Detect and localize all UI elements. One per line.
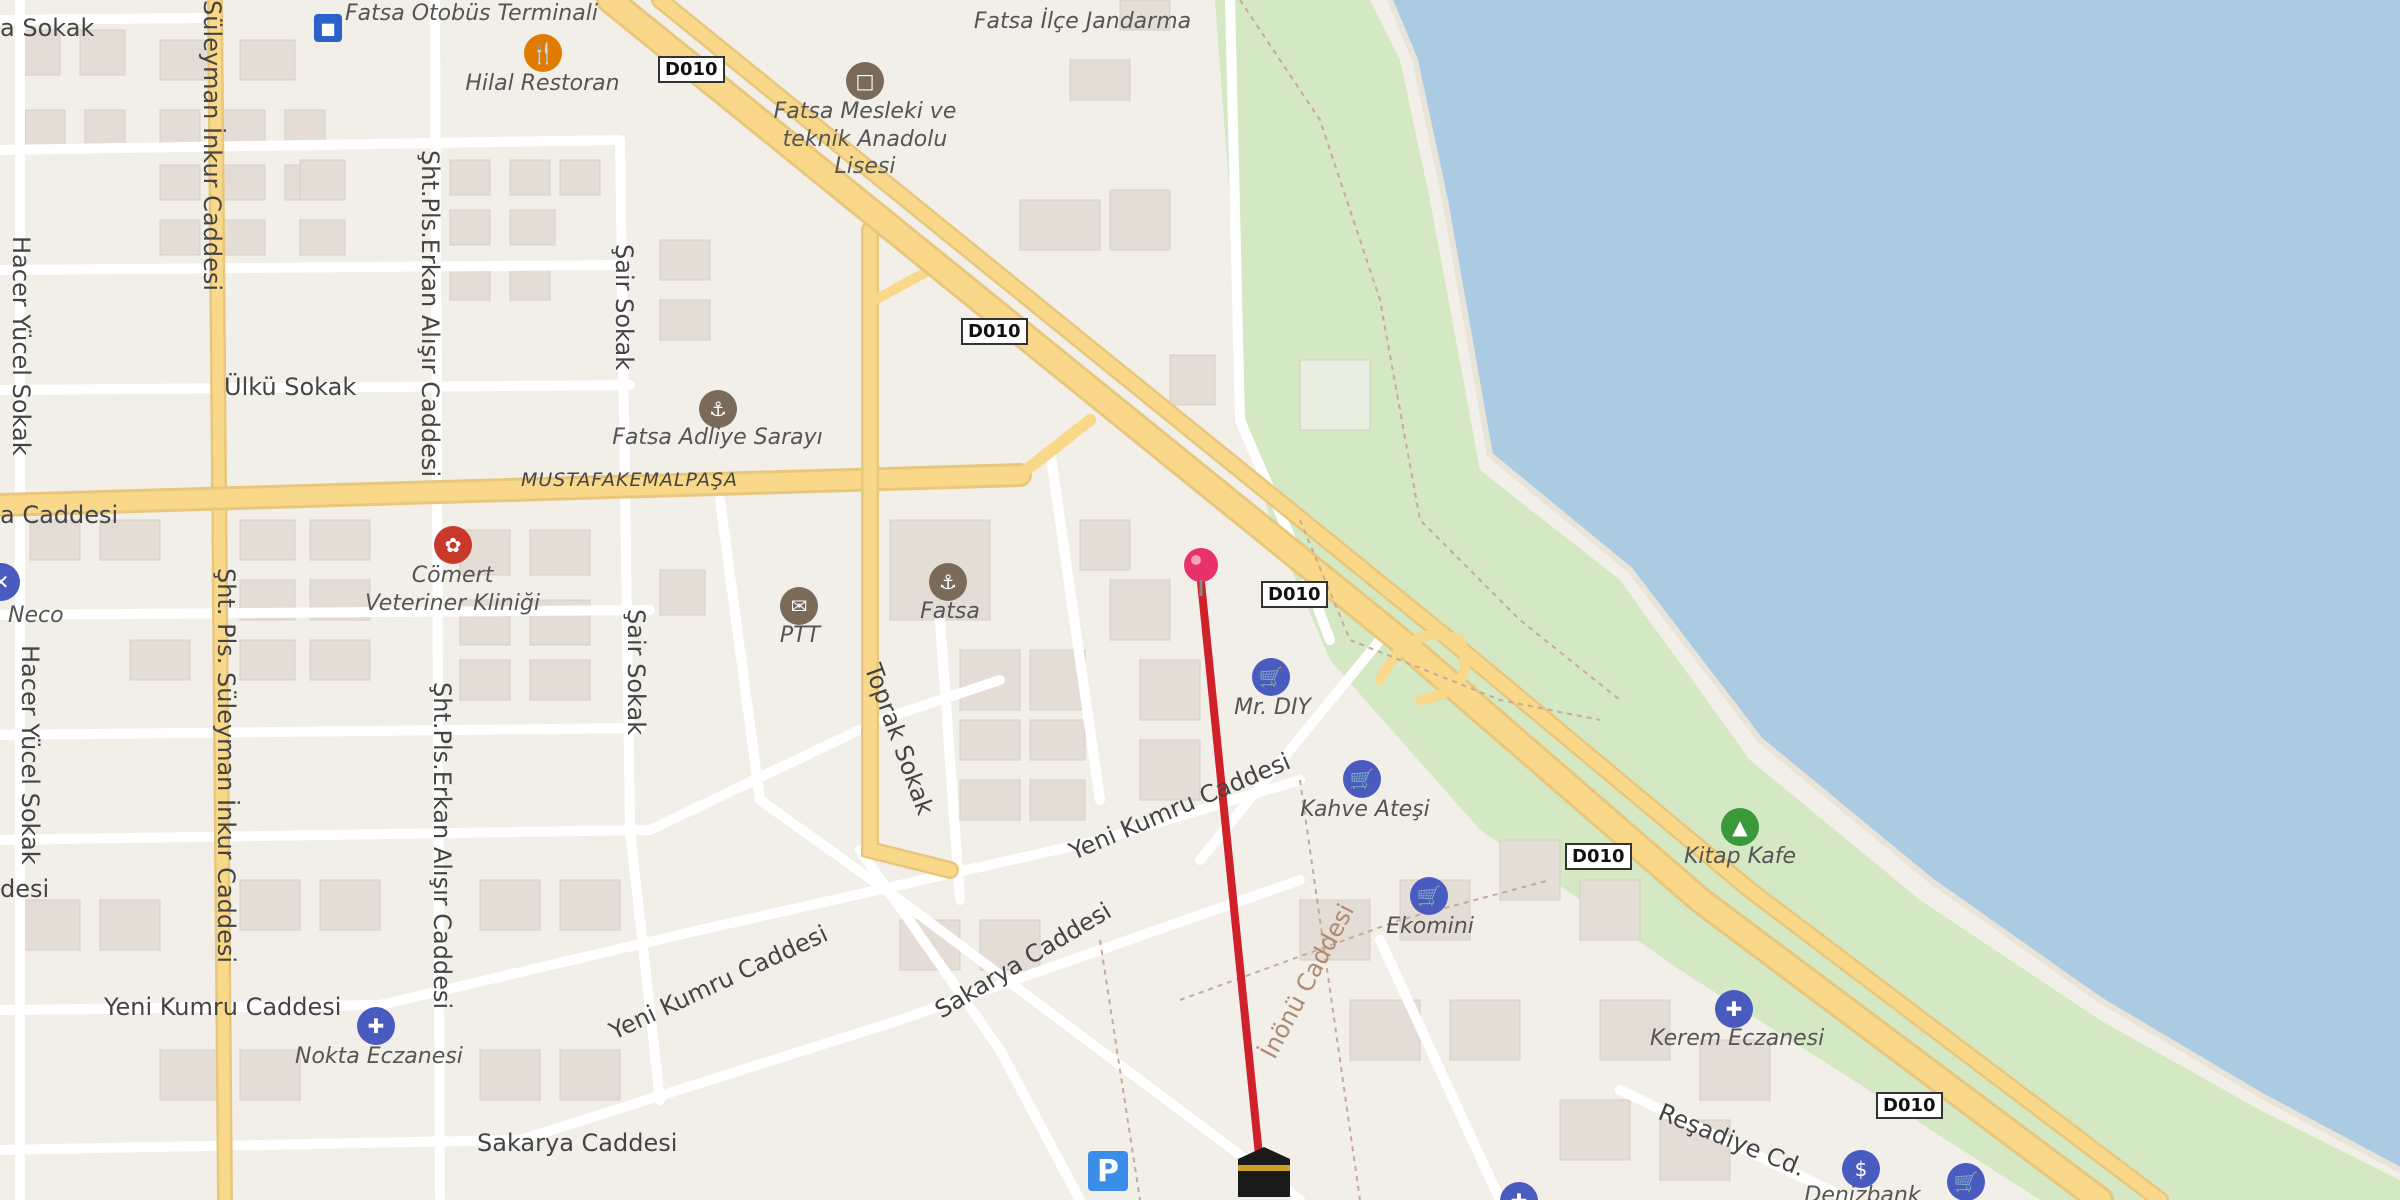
bus-stop-icon[interactable]: ■	[314, 14, 342, 42]
poi-label: Kahve Ateşi	[1300, 797, 1430, 822]
street-label: Şht. Pls. Süleyman İnkur Caddesi	[212, 568, 240, 964]
street-label: Ülkü Sokak	[224, 373, 357, 401]
road-shield-d010: D010	[961, 318, 1028, 345]
street-label: desi	[0, 875, 50, 903]
parking-icon[interactable]: P	[1088, 1151, 1128, 1191]
street-label: a Caddesi	[0, 501, 119, 529]
poi-label: Fatsa Mesleki ve teknik Anadolu Lisesi	[773, 99, 957, 179]
street-label: a Sokak	[0, 14, 95, 42]
location-pin-icon[interactable]	[1180, 546, 1222, 596]
poi-label: Neco	[8, 603, 64, 628]
street-label: MUSTAFAKEMALPAŞA	[521, 469, 739, 491]
poi-label: Ekomini	[1386, 914, 1474, 939]
poi-label: Cömert Veteriner Kliniği	[365, 563, 540, 616]
post-office-icon[interactable]: ✉	[780, 587, 818, 625]
street-label: Hacer Yücel Sokak	[7, 236, 35, 456]
poi-label: Fatsa İlçe Jandarma	[973, 9, 1192, 34]
town-hall-icon[interactable]: ⚓	[929, 563, 967, 601]
street-label: Şair Sokak	[610, 244, 638, 371]
road-shield-d010: D010	[1261, 581, 1328, 608]
street-label: Şht.Pls.Erkan Alışır Caddesi	[416, 150, 444, 478]
pharmacy-icon[interactable]: ✚	[1715, 990, 1753, 1028]
shopping-basket-icon[interactable]: 🛒	[1252, 658, 1290, 696]
poi-label: Kitap Kafe	[1683, 844, 1796, 869]
poi-label: Fatsa Otobüs Terminali	[345, 1, 598, 26]
poi-label: Fatsa Adliye Sarayı	[612, 425, 823, 450]
street-label: Yeni Kumru Caddesi	[104, 993, 342, 1021]
poi-label: PTT	[779, 623, 821, 648]
kaaba-icon[interactable]	[1236, 1145, 1292, 1200]
street-label: Süleyman İnkur Caddesi	[198, 0, 226, 292]
road-shield-d010: D010	[658, 56, 725, 83]
road-shield-d010: D010	[1876, 1092, 1943, 1119]
street-label: Sakarya Caddesi	[477, 1129, 678, 1157]
road-shield-d010: D010	[1565, 843, 1632, 870]
veterinary-icon[interactable]: ✿	[434, 526, 472, 564]
poi-label: Hilal Restoran	[465, 71, 620, 96]
shopping-basket-icon[interactable]: 🛒	[1410, 877, 1448, 915]
shopping-cart-icon[interactable]: 🛒	[1947, 1163, 1985, 1200]
poi-label: Mr. DIY	[1234, 695, 1311, 720]
street-label: Şair Sokak	[622, 609, 650, 736]
shopping-basket-icon[interactable]: 🛒	[1343, 760, 1381, 798]
pharmacy-icon[interactable]: ✚	[357, 1007, 395, 1045]
poi-label: Denizbank	[1804, 1183, 1921, 1200]
street-label: Şht.Pls.Erkan Alışır Caddesi	[428, 682, 456, 1010]
restaurant-icon[interactable]: 🍴	[524, 34, 562, 72]
courthouse-icon[interactable]: ⚓	[699, 390, 737, 428]
poi-label: Kerem Eczanesi	[1650, 1026, 1825, 1051]
poi-label: Nokta Eczanesi	[295, 1044, 463, 1069]
school-icon[interactable]: □	[846, 62, 884, 100]
street-label: Hacer Yücel Sokak	[16, 645, 44, 865]
tree-icon[interactable]: ▲	[1721, 808, 1759, 846]
poi-label: Fatsa	[920, 599, 980, 624]
map-canvas[interactable]: D010 D010 D010 D010 D010 a Sokak Süleyma…	[0, 0, 2400, 1200]
